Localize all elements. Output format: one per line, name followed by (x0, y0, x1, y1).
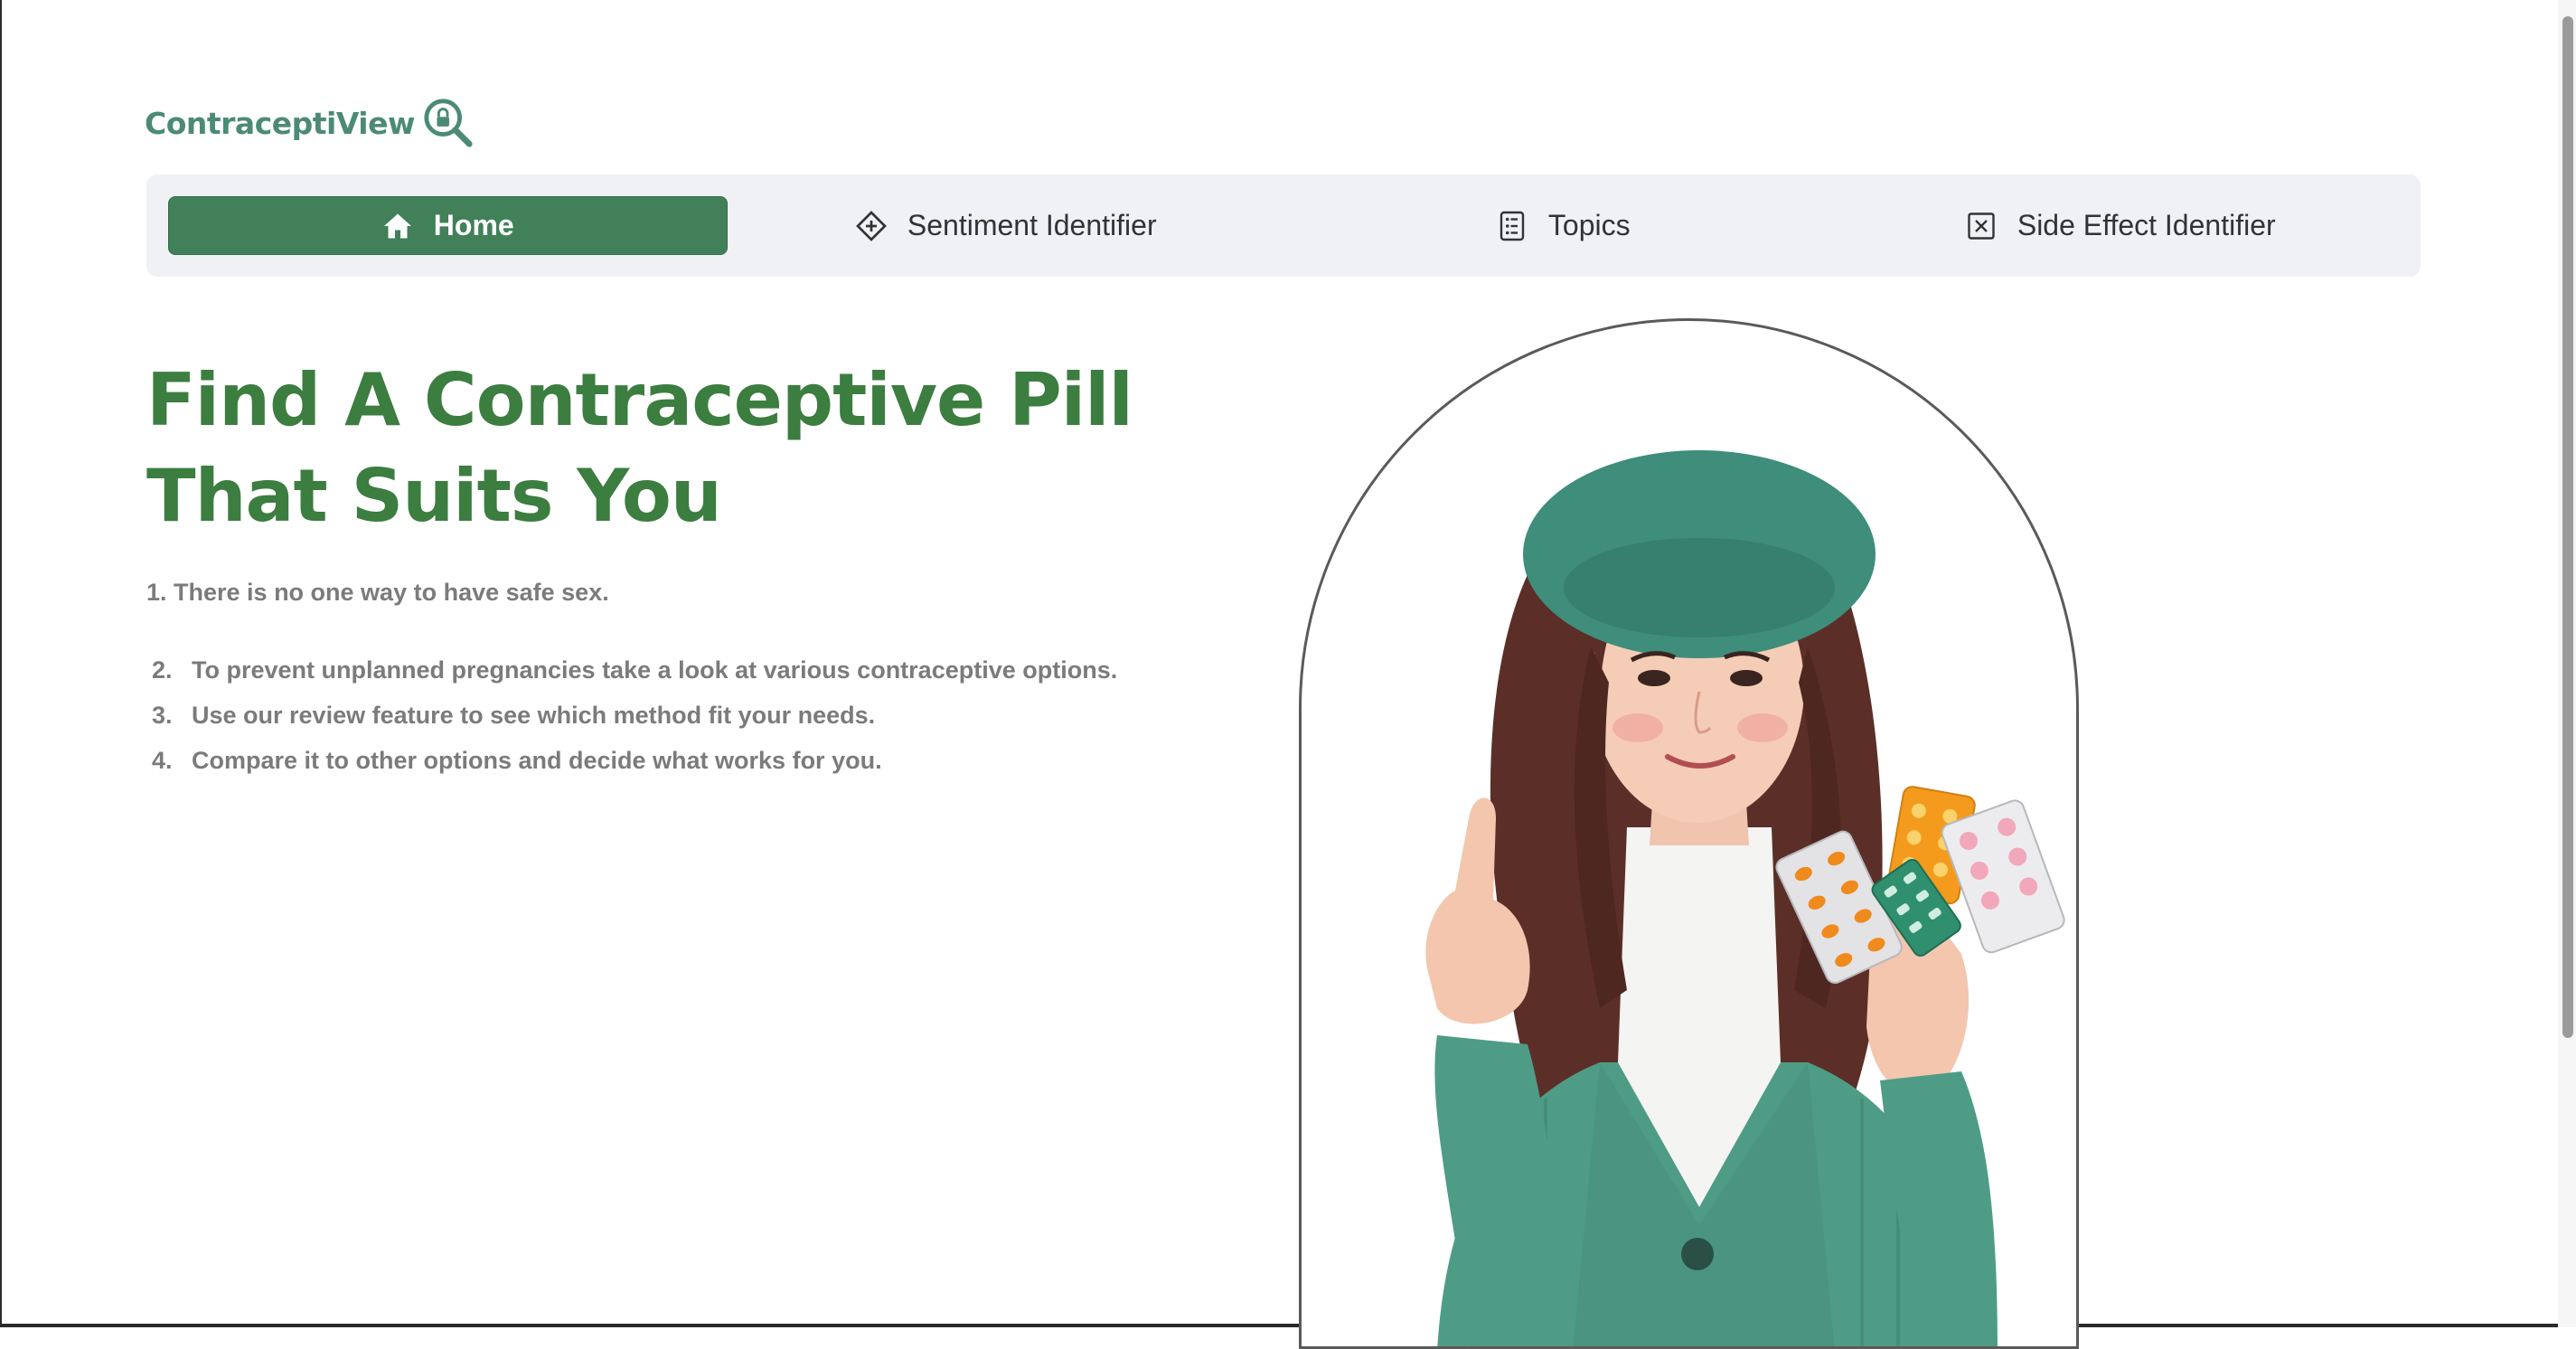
nav-tab-side-effect-identifier[interactable]: Side Effect Identifier (1842, 196, 2400, 255)
list-item-text: To prevent unplanned pregnancies take a … (192, 656, 1118, 684)
intro-text: 1. There is no one way to have safe sex. (146, 579, 609, 606)
list-item-number: 2. (152, 656, 173, 684)
hero-image-frame (1299, 318, 2079, 1349)
diamond-plus-icon (855, 210, 887, 241)
hero-image (1425, 450, 2065, 1346)
list-item: 2. To prevent unplanned pregnancies take… (146, 647, 1117, 693)
list-item-text: Use our review feature to see which meth… (192, 702, 876, 729)
x-square-icon (1968, 212, 1995, 240)
list-item-number: 3. (152, 702, 173, 729)
scrollbar[interactable] (2558, 0, 2576, 1327)
nav-tab-side-effect-label: Side Effect Identifier (2017, 209, 2276, 241)
list-item-number: 4. (152, 747, 173, 774)
scrollbar-thumb[interactable] (2562, 16, 2573, 1038)
nav-tab-home-label: Home (433, 209, 514, 241)
magnifier-lock-icon (424, 99, 473, 147)
nav-tab-sentiment-identifier[interactable]: Sentiment Identifier (728, 196, 1285, 255)
page-title: Find A Contraceptive Pill That Suits You (146, 358, 1133, 538)
home-icon (383, 213, 411, 238)
list-icon (1500, 211, 1525, 241)
brand-name: ContraceptiView (145, 105, 416, 141)
brand-logo[interactable]: ContraceptiView (145, 98, 475, 148)
nav-tab-topics[interactable]: Topics (1284, 196, 1842, 255)
steps-list: 2. To prevent unplanned pregnancies take… (146, 647, 1117, 783)
window-bottom-border (0, 1324, 2576, 1327)
main-nav: Home Sentiment Identifier Topics Side Ef… (146, 175, 2421, 277)
list-item: 3. Use our review feature to see which m… (146, 693, 1117, 738)
window-left-border (0, 0, 2, 1327)
list-item: 4. Compare it to other options and decid… (146, 738, 1117, 783)
nav-tab-sentiment-label: Sentiment Identifier (907, 209, 1157, 241)
nav-tab-topics-label: Topics (1547, 209, 1631, 241)
list-item-text: Compare it to other options and decide w… (192, 747, 882, 774)
nav-tab-home[interactable]: Home (168, 196, 728, 255)
